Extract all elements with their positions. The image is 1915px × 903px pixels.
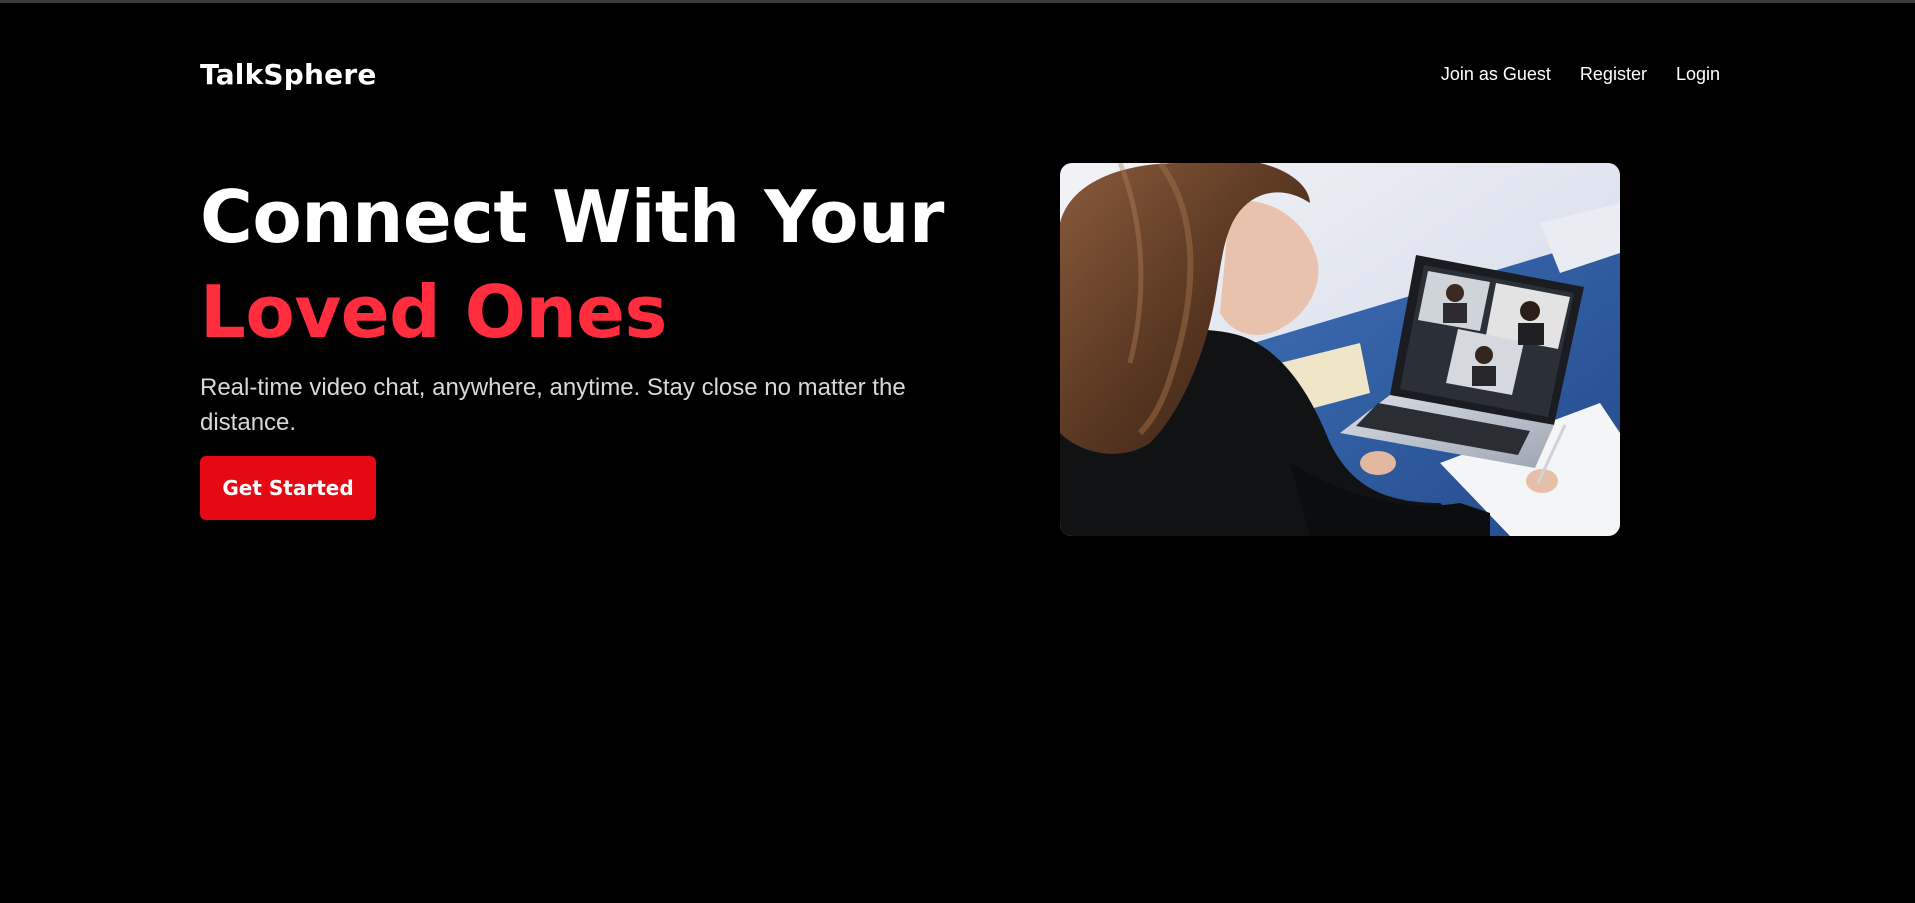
navbar: TalkSphere Join as Guest Register Login xyxy=(200,54,1720,94)
woman-video-call-illustration xyxy=(1060,163,1620,536)
hero-headline-line1: Connect With Your xyxy=(200,175,944,259)
nav-join-as-guest-link[interactable]: Join as Guest xyxy=(1441,64,1551,85)
get-started-button[interactable]: Get Started xyxy=(200,456,376,520)
hero-image xyxy=(1060,163,1620,536)
nav-register-link[interactable]: Register xyxy=(1580,64,1647,85)
nav-login-link[interactable]: Login xyxy=(1676,64,1720,85)
hero-section: Connect With Your Loved Ones Real-time v… xyxy=(200,170,980,520)
hero-headline: Connect With Your Loved Ones xyxy=(200,170,980,360)
brand-logo[interactable]: TalkSphere xyxy=(200,58,377,91)
hero-headline-accent: Loved Ones xyxy=(200,270,667,354)
window-top-border xyxy=(0,0,1915,3)
hero-subtitle: Real-time video chat, anywhere, anytime.… xyxy=(200,374,906,436)
nav-links: Join as Guest Register Login xyxy=(1441,64,1720,85)
